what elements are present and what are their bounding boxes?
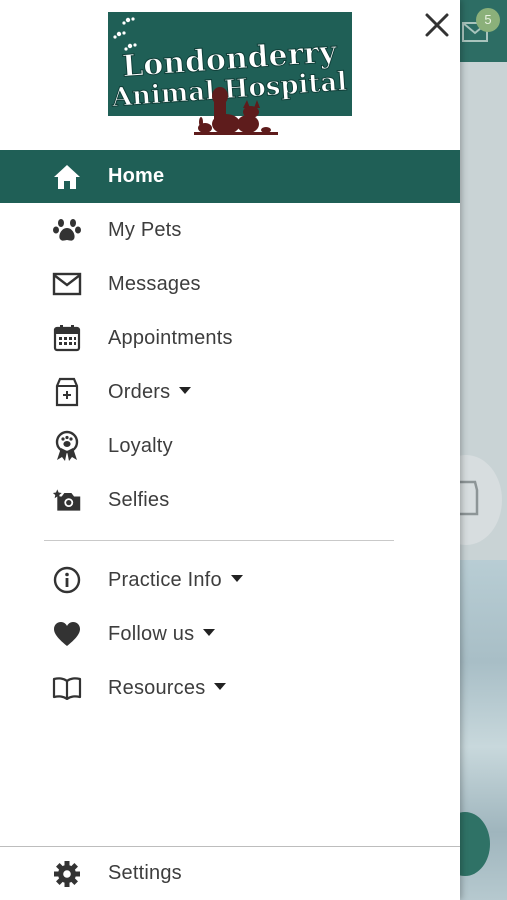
info-icon	[52, 565, 82, 595]
chevron-down-icon	[214, 682, 227, 690]
calendar-icon	[52, 323, 82, 353]
menu-item-label: Home	[108, 165, 165, 187]
menu-item-label: Orders	[108, 381, 192, 404]
menu-item-settings[interactable]: Settings	[0, 847, 460, 900]
notification-badge[interactable]: 5	[476, 8, 500, 32]
menu-item-loyalty[interactable]: Loyalty	[0, 419, 460, 473]
menu-item-selfies[interactable]: Selfies	[0, 473, 460, 527]
chevron-down-icon	[179, 386, 192, 394]
menu-item-label: Selfies	[108, 488, 170, 511]
food-bag-icon	[52, 377, 82, 407]
primary-menu: Home My Pets Messages Appointments Order…	[0, 150, 460, 527]
gear-icon	[52, 859, 82, 889]
navigation-drawer: Londonderry Animal Hospital Home My Pets…	[0, 0, 460, 900]
menu-item-home[interactable]: Home	[0, 150, 460, 203]
award-ribbon-icon	[52, 430, 82, 461]
menu-divider	[44, 540, 394, 541]
camera-icon	[52, 485, 82, 515]
menu-item-follow-us[interactable]: Follow us	[0, 607, 460, 661]
menu-item-messages[interactable]: Messages	[0, 257, 460, 311]
secondary-menu: Practice Info Follow us Resources	[0, 553, 460, 715]
book-icon	[52, 673, 82, 703]
menu-item-label: Practice Info	[108, 569, 243, 592]
menu-item-practice-info[interactable]: Practice Info	[0, 553, 460, 607]
close-icon[interactable]	[420, 8, 454, 42]
chevron-down-icon	[203, 628, 216, 636]
menu-item-label: My Pets	[108, 218, 182, 241]
menu-item-resources[interactable]: Resources	[0, 661, 460, 715]
heart-icon	[52, 619, 82, 649]
hospital-logo: Londonderry Animal Hospital	[108, 12, 352, 135]
menu-item-label: Loyalty	[108, 434, 173, 457]
menu-item-label: Settings	[108, 862, 182, 884]
menu-item-label: Follow us	[108, 623, 216, 646]
menu-item-orders[interactable]: Orders	[0, 365, 460, 419]
home-icon	[52, 162, 82, 192]
menu-item-my-pets[interactable]: My Pets	[0, 203, 460, 257]
chevron-down-icon	[230, 574, 243, 582]
menu-item-appointments[interactable]: Appointments	[0, 311, 460, 365]
menu-item-label: Appointments	[108, 326, 233, 349]
menu-item-label: Messages	[108, 272, 201, 295]
menu-item-label: Resources	[108, 677, 227, 700]
paw-icon	[52, 215, 82, 245]
envelope-icon	[52, 269, 82, 299]
